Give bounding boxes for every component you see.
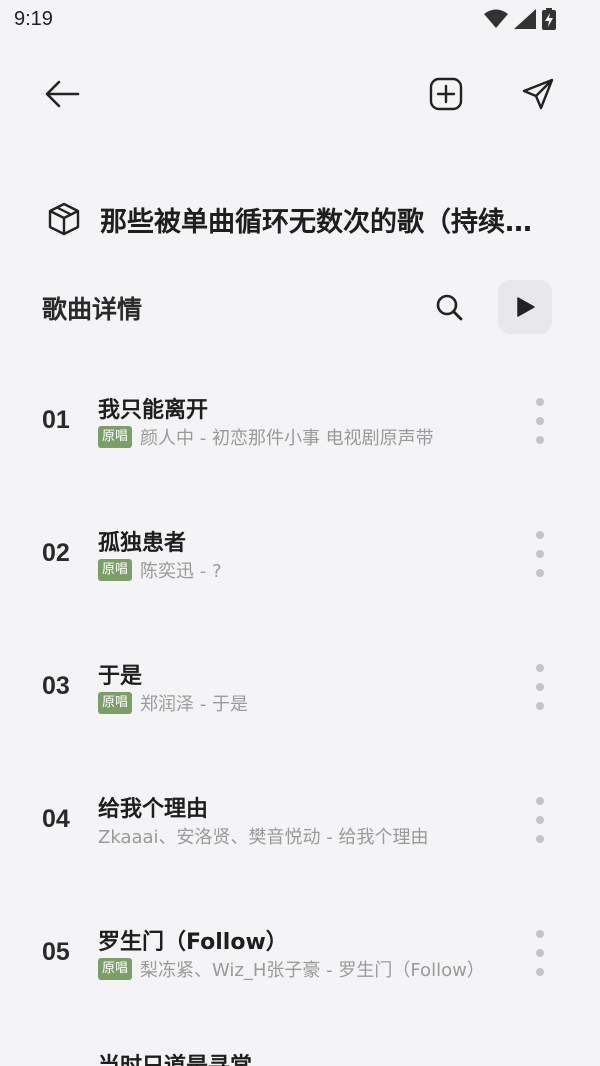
- original-badge: 原唱: [98, 426, 133, 448]
- more-dot-icon: [536, 550, 544, 558]
- more-options-button[interactable]: [526, 398, 554, 444]
- playlist-title: 那些被单曲循环无数次的歌（持续更新）: [100, 206, 550, 238]
- section-label: 歌曲详情: [42, 295, 143, 324]
- song-subtitle: Zkaaai、安洛贤、樊音悦动 - 给我个理由: [98, 823, 428, 849]
- song-artist: 颜人中 - 初恋那件小事 电视剧原声带: [140, 428, 434, 449]
- song-subtitle: 原唱 陈奕迅 - ?: [98, 557, 222, 583]
- play-all-button[interactable]: [498, 280, 552, 334]
- original-badge: 原唱: [98, 692, 133, 714]
- search-button[interactable]: [426, 284, 472, 330]
- song-title: 孤独患者: [98, 531, 187, 556]
- more-dot-icon: [536, 436, 544, 444]
- cube-icon: [48, 202, 80, 236]
- song-index: 03: [42, 672, 70, 700]
- original-badge: 原唱: [98, 559, 133, 581]
- song-row[interactable]: 02 孤独患者 原唱 陈奕迅 - ?: [0, 487, 600, 620]
- more-options-button[interactable]: [526, 930, 554, 976]
- more-dot-icon: [536, 398, 544, 406]
- playlist-title-row: 那些被单曲循环无数次的歌（持续更新）: [46, 192, 566, 246]
- battery-charging-icon: [542, 8, 556, 30]
- wifi-icon: [484, 9, 508, 28]
- song-list: 01 我只能离开 原唱 颜人中 - 初恋那件小事 电视剧原声带 02 孤独患者 原唱 陈奕迅 …: [0, 354, 600, 1019]
- more-dot-icon: [536, 569, 544, 577]
- more-dot-icon: [536, 835, 544, 843]
- more-options-button[interactable]: [526, 797, 554, 843]
- song-artist: Zkaaai、安洛贤、樊音悦动 - 给我个理由: [98, 827, 429, 848]
- more-dot-icon: [536, 683, 544, 691]
- song-index: 04: [42, 805, 70, 833]
- original-badge: 原唱: [98, 958, 133, 980]
- song-subtitle: 原唱 郑润泽 - 于是: [98, 690, 248, 716]
- song-title-partial[interactable]: 当时只道是寻常: [98, 1052, 252, 1066]
- song-row[interactable]: 01 我只能离开 原唱 颜人中 - 初恋那件小事 电视剧原声带: [0, 354, 600, 487]
- more-dot-icon: [536, 930, 544, 938]
- song-row[interactable]: 03 于是 原唱 郑润泽 - 于是: [0, 620, 600, 753]
- play-icon: [517, 297, 535, 317]
- search-icon: [436, 294, 463, 321]
- song-title: 于是: [98, 664, 143, 689]
- song-subtitle: 原唱 颜人中 - 初恋那件小事 电视剧原声带: [98, 424, 434, 450]
- send-icon: [522, 78, 554, 110]
- song-title: 我只能离开: [98, 398, 209, 423]
- song-index: 01: [42, 406, 70, 434]
- share-button[interactable]: [514, 70, 562, 118]
- song-index: 02: [42, 539, 70, 567]
- more-dot-icon: [536, 949, 544, 957]
- song-subtitle: 原唱 梨冻紧、Wiz_H张子豪 - 罗生门（Follow）: [98, 956, 485, 982]
- section-header: 歌曲详情: [42, 280, 558, 334]
- song-title: 给我个理由: [98, 797, 209, 822]
- plus-square-icon: [429, 77, 463, 111]
- toolbar: [0, 60, 600, 130]
- more-dot-icon: [536, 417, 544, 425]
- add-to-playlist-button[interactable]: [422, 70, 470, 118]
- more-dot-icon: [536, 816, 544, 824]
- more-options-button[interactable]: [526, 664, 554, 710]
- more-dot-icon: [536, 702, 544, 710]
- status-time: 9:19: [14, 8, 53, 30]
- status-bar: 9:19: [0, 0, 600, 40]
- song-artist: 梨冻紧、Wiz_H张子豪 - 罗生门（Follow）: [140, 960, 485, 981]
- more-dot-icon: [536, 664, 544, 672]
- song-artist: 陈奕迅 - ?: [140, 561, 222, 582]
- song-index: 05: [42, 938, 70, 966]
- back-button[interactable]: [38, 70, 86, 118]
- song-row[interactable]: 04 给我个理由 Zkaaai、安洛贤、樊音悦动 - 给我个理由: [0, 753, 600, 886]
- more-dot-icon: [536, 797, 544, 805]
- signal-icon: [514, 9, 536, 29]
- more-options-button[interactable]: [526, 531, 554, 577]
- song-row[interactable]: 05 罗生门（Follow） 原唱 梨冻紧、Wiz_H张子豪 - 罗生门（Follow…: [0, 886, 600, 1019]
- arrow-left-icon: [45, 80, 80, 108]
- song-artist: 郑润泽 - 于是: [140, 694, 248, 715]
- more-dot-icon: [536, 531, 544, 539]
- song-title: 罗生门（Follow）: [98, 930, 288, 955]
- status-icons: [484, 8, 556, 30]
- more-dot-icon: [536, 968, 544, 976]
